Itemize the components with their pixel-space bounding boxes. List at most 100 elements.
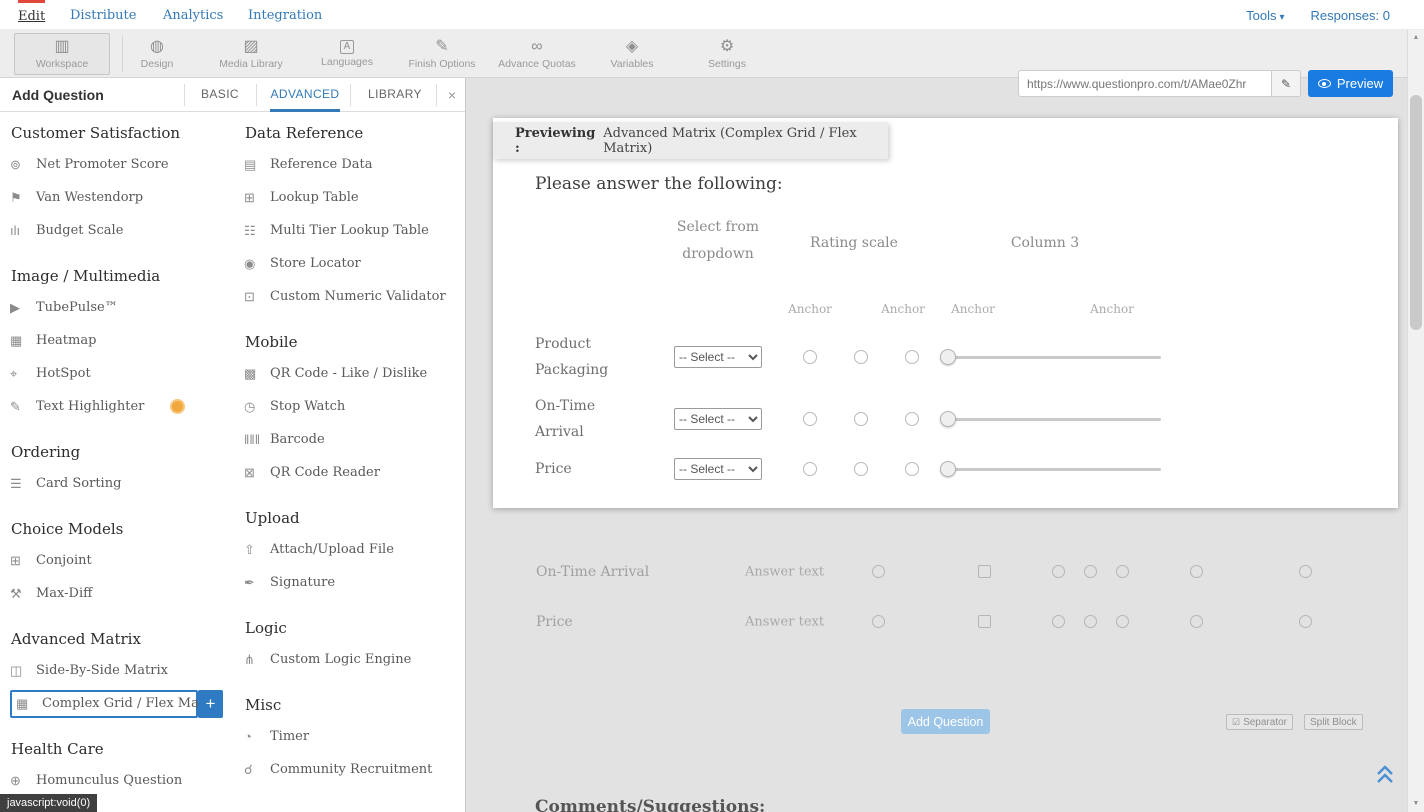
workspace-icon: ▥ [15,37,109,56]
question-type-hotspot[interactable]: ⌖HotSpot [10,357,234,390]
toolbar-variables[interactable]: ◈Variables [587,33,677,75]
checkbox[interactable] [978,615,991,628]
tab-advanced[interactable]: ADVANCED [270,78,340,112]
lookup-table-icon: ⊞ [244,190,270,206]
toolbar-media-library[interactable]: ▨Media Library [206,33,296,75]
question-type-lookup-table[interactable]: ⊞Lookup Table [244,181,462,214]
panel-content: Customer Satisfaction⊚Net Promoter Score… [0,112,465,812]
question-type-reference-data[interactable]: ▤Reference Data [244,148,462,181]
top-nav-distribute[interactable]: Distribute [70,0,136,30]
question-type-label: Net Promoter Score [36,157,169,172]
split-block-button[interactable]: Split Block [1304,714,1363,730]
radio-button[interactable] [872,615,885,628]
toolbar-advance-quotas[interactable]: ∞Advance Quotas [492,33,582,75]
panel-section: Advanced Matrix◫Side-By-Side Matrix▦Comp… [10,630,234,720]
question-type-side-by-side-matrix[interactable]: ◫Side-By-Side Matrix [10,654,234,687]
toolbar-item-label: Workspace [15,58,109,70]
close-panel-button[interactable]: × [448,78,456,112]
radio-button[interactable] [1299,615,1312,628]
question-type-custom-logic-engine[interactable]: ⋔Custom Logic Engine [244,643,462,676]
numeric-validator-icon: ⊡ [244,289,270,305]
question-type-conjoint[interactable]: ⊞Conjoint [10,544,234,577]
question-type-label: Custom Numeric Validator [270,289,446,304]
question-type-label: Custom Logic Engine [270,652,411,667]
toolbar-languages[interactable]: ALanguages [302,33,392,75]
radio-button[interactable] [1116,615,1129,628]
panel-header: Add Question BASIC ADVANCED LIBRARY × [0,78,465,112]
scrollbar-down-arrow[interactable]: ▼ [1408,796,1424,812]
card-sorting-icon: ☰ [10,476,36,492]
toolbar-item-label: Variables [587,58,677,70]
question-type-multi-tier-lookup-table[interactable]: ☷Multi Tier Lookup Table [244,214,462,247]
tab-basic[interactable]: BASIC [196,78,244,112]
add-question-button[interactable]: Add Question [901,709,990,734]
survey-url-field[interactable]: https://www.questionpro.com/t/AMae0Zhr ✎ [1018,70,1301,97]
question-type-heatmap[interactable]: ▦Heatmap [10,324,234,357]
question-type-custom-numeric-validator[interactable]: ⊡Custom Numeric Validator [244,280,462,313]
question-type-label: HotSpot [36,366,91,381]
radio-button[interactable] [1052,615,1065,628]
question-type-timer[interactable]: ◔Timer [244,720,462,753]
scrollbar-up-arrow[interactable]: ▲ [1408,30,1424,46]
responses-count[interactable]: Responses: 0 [1311,8,1391,23]
radio-button[interactable] [1190,615,1203,628]
top-nav-integration[interactable]: Integration [248,0,322,30]
radio-button[interactable] [1116,565,1129,578]
toolbar-workspace[interactable]: ▥ Workspace [14,33,110,75]
question-type-label: Signature [270,575,335,590]
preview-button[interactable]: Preview [1308,70,1393,97]
question-type-attach-upload-file[interactable]: ⇧Attach/Upload File [244,533,462,566]
question-type-qr-code-reader[interactable]: ⊠QR Code Reader [244,456,462,489]
location-pin-icon: ◉ [244,256,270,272]
checkbox-icon: ☑ [1232,717,1240,728]
radio-button[interactable] [1052,565,1065,578]
question-type-text-highlighter[interactable]: ✎Text Highlighter [10,390,234,423]
question-type-stop-watch[interactable]: ◷Stop Watch [244,390,462,423]
highlighter-icon: ✎ [10,399,36,415]
top-nav-analytics[interactable]: Analytics [163,0,223,30]
question-type-van-westendorp[interactable]: ⚑Van Westendorp [10,181,234,214]
toolbar-item-label: Advance Quotas [492,58,582,70]
question-type-qr-code-like-dislike[interactable]: ▩QR Code - Like / Dislike [244,357,462,390]
checkbox[interactable] [978,565,991,578]
add-question-panel: Add Question BASIC ADVANCED LIBRARY × Cu… [0,78,466,812]
question-type-tubepulse[interactable]: ▶TubePulse™ [10,291,234,324]
question-type-label: Side-By-Side Matrix [36,663,168,678]
question-type-label: Card Sorting [36,476,121,491]
category-choice-models: Choice Models [11,520,234,538]
tab-library[interactable]: LIBRARY [364,78,426,112]
separator-toggle[interactable]: ☑ Separator [1226,714,1293,730]
question-type-label: Homunculus Question [36,773,182,788]
comments-question-title: Comments/Suggestions: [535,797,765,812]
toolbar-settings[interactable]: ⚙Settings [682,33,772,75]
question-type-card-sorting[interactable]: ☰Card Sorting [10,467,234,500]
question-type-complex-grid-flex-matrix[interactable]: ▦Complex Grid / Flex Matrix [10,690,198,718]
question-type-community-recruitment[interactable]: ☌Community Recruitment [244,753,462,786]
radio-button[interactable] [872,565,885,578]
question-type-store-locator[interactable]: ◉Store Locator [244,247,462,280]
toolbar-design[interactable]: ◍Design [112,33,202,75]
question-type-budget-scale[interactable]: ılıBudget Scale [10,214,234,247]
question-type-homunculus-question[interactable]: ⊕Homunculus Question [10,764,234,797]
question-type-label: Timer [270,729,309,744]
add-selected-question-button[interactable]: + [198,690,223,718]
radio-button[interactable] [1299,565,1312,578]
panel-title: Add Question [12,78,104,112]
question-type-label: Conjoint [36,553,92,568]
question-type-net-promoter-score[interactable]: ⊚Net Promoter Score [10,148,234,181]
question-type-signature[interactable]: ✒Signature [244,566,462,599]
radio-button[interactable] [1190,565,1203,578]
pencil-icon: ✎ [1281,77,1291,91]
tools-menu[interactable]: Tools▾ [1246,8,1284,23]
edit-url-button[interactable]: ✎ [1271,71,1300,96]
question-type-max-diff[interactable]: ⚒Max-Diff [10,577,234,610]
scrollbar[interactable]: ▲ ▼ [1407,30,1424,812]
question-type-barcode[interactable]: ‖‖‖Barcode [244,423,462,456]
tab-divider [256,84,257,106]
scrollbar-thumb[interactable] [1410,95,1422,330]
radio-button[interactable] [1084,565,1097,578]
top-nav-edit[interactable]: Edit [18,0,45,30]
toolbar-finish-options[interactable]: ✎Finish Options [397,33,487,75]
scroll-to-top-button[interactable] [1374,765,1396,788]
radio-button[interactable] [1084,615,1097,628]
